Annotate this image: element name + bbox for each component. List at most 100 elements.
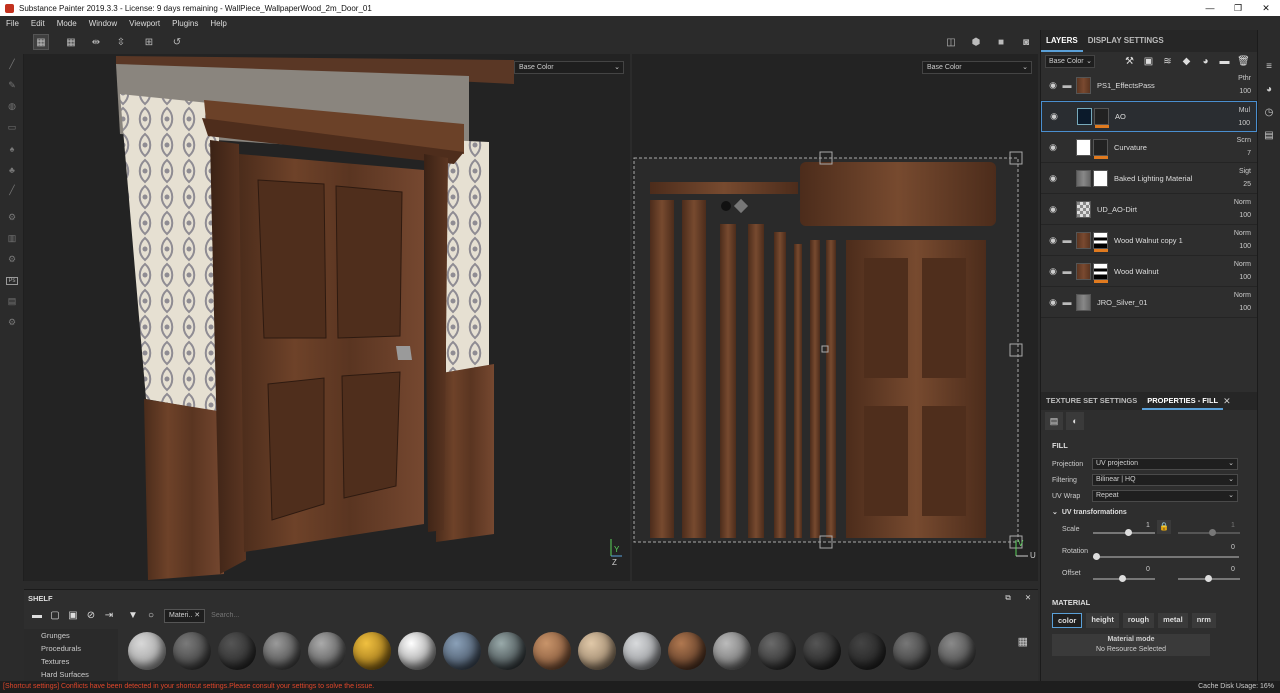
- channel-color-button[interactable]: color: [1052, 613, 1083, 628]
- blend-mode[interactable]: Pthr: [1238, 72, 1251, 85]
- channel-dropdown-3d[interactable]: Base Color ⌄: [514, 61, 624, 74]
- material-ball[interactable]: [668, 632, 706, 670]
- blend-mode[interactable]: Norm: [1234, 227, 1251, 240]
- material-ball[interactable]: [488, 632, 526, 670]
- menu-plugins[interactable]: Plugins: [166, 19, 204, 28]
- iray-icon[interactable]: ⚙: [0, 249, 24, 270]
- blend-mode[interactable]: Norm: [1234, 196, 1251, 209]
- viewport-2d-uv[interactable]: V U Base Color ⌄: [632, 54, 1038, 581]
- material-ball[interactable]: [533, 632, 571, 670]
- layer-opacity[interactable]: 100: [1234, 302, 1251, 315]
- history-dock-icon[interactable]: ◷: [1258, 102, 1280, 123]
- filter-icon[interactable]: ▼: [124, 610, 142, 621]
- scale-slider[interactable]: [1093, 532, 1155, 534]
- circle-filter-icon[interactable]: ○: [142, 610, 160, 621]
- brush-tool-icon[interactable]: ╱: [0, 54, 24, 75]
- menu-window[interactable]: Window: [83, 19, 123, 28]
- shortcut-warning[interactable]: [Shortcut settings] Conflicts have been …: [0, 681, 374, 693]
- visibility-eye-icon[interactable]: ◉: [1045, 204, 1061, 215]
- material-mode-button[interactable]: Material mode No Resource Selected: [1052, 634, 1210, 656]
- channel-dropdown-2d[interactable]: Base Color ⌄: [922, 61, 1032, 74]
- shelf-dock-icon[interactable]: ◕: [1258, 79, 1280, 100]
- menu-viewport[interactable]: Viewport: [123, 19, 166, 28]
- rotation-slider[interactable]: [1093, 556, 1239, 558]
- material-ball[interactable]: [803, 632, 841, 670]
- layer-row[interactable]: ◉ Curvature Scrn 7: [1041, 132, 1257, 163]
- projection-dropdown[interactable]: UV projection ⌄: [1092, 458, 1238, 470]
- layers-dock-icon[interactable]: ≡: [1258, 56, 1280, 77]
- channel-metal-button[interactable]: metal: [1158, 613, 1188, 628]
- bake-icon[interactable]: ▥: [0, 228, 24, 249]
- grid-view-toggle-icon[interactable]: ▦: [1018, 635, 1028, 648]
- add-layer-icon[interactable]: ≋: [1158, 56, 1177, 67]
- visibility-eye-icon[interactable]: ◉: [1046, 111, 1062, 122]
- fit-view-icon[interactable]: ⊞: [141, 34, 157, 50]
- category-hard-surfaces[interactable]: Hard Surfaces: [41, 668, 118, 681]
- layer-row[interactable]: ◉ AO Mul 100: [1041, 101, 1257, 132]
- remove-filter-icon[interactable]: ✕: [194, 612, 200, 619]
- menu-mode[interactable]: Mode: [51, 19, 83, 28]
- menu-edit[interactable]: Edit: [25, 19, 51, 28]
- shelf-search-input[interactable]: [211, 612, 412, 619]
- channel-nrm-button[interactable]: nrm: [1191, 613, 1216, 628]
- filtering-dropdown[interactable]: Bilinear | HQ ⌄: [1092, 474, 1238, 486]
- new-item-icon[interactable]: ▢: [46, 610, 64, 621]
- settings-gear-icon[interactable]: ⚙: [0, 207, 24, 228]
- material-ball[interactable]: [218, 632, 256, 670]
- grid-view-icon[interactable]: ▦: [63, 34, 79, 50]
- history-icon[interactable]: ↺: [169, 34, 185, 50]
- visibility-eye-icon[interactable]: ◉: [1045, 142, 1061, 153]
- layer-opacity[interactable]: 100: [1234, 240, 1251, 253]
- mirror-x-icon[interactable]: ⇹: [88, 34, 104, 50]
- material-ball[interactable]: [128, 632, 166, 670]
- split-view-icon[interactable]: ◫: [943, 34, 959, 50]
- material-ball[interactable]: [308, 632, 346, 670]
- undock-icon[interactable]: ⧉: [998, 593, 1018, 603]
- layer-row[interactable]: ◉ ▬ Wood Walnut Norm 100: [1041, 256, 1257, 287]
- import-icon[interactable]: ⇥: [100, 610, 118, 621]
- filter-chip[interactable]: Materi.. ✕: [164, 608, 206, 623]
- projection-tool-icon[interactable]: ◍: [0, 96, 24, 117]
- visibility-eye-icon[interactable]: ◉: [1045, 173, 1061, 184]
- category-grunges[interactable]: Grunges: [41, 629, 118, 642]
- layer-row[interactable]: ◉ UD_AO-Dirt Norm 100: [1041, 194, 1257, 225]
- layer-row[interactable]: ◉ ▬ JRO_Silver_01 Norm 100: [1041, 287, 1257, 318]
- material-ball[interactable]: [713, 632, 751, 670]
- close-shelf-icon[interactable]: ✕: [1018, 593, 1038, 603]
- tab-layers[interactable]: LAYERS: [1041, 30, 1083, 52]
- material-ball[interactable]: [578, 632, 616, 670]
- layer-opacity[interactable]: 25: [1239, 178, 1251, 191]
- visibility-eye-icon[interactable]: ◉: [1045, 266, 1061, 277]
- layer-opacity[interactable]: 100: [1238, 117, 1250, 130]
- uv-transform-header[interactable]: ⌄ UV transformations: [1041, 504, 1258, 520]
- layer-row[interactable]: ◉ ▬ Wood Walnut copy 1 Norm 100: [1041, 225, 1257, 256]
- blend-mode[interactable]: Scrn: [1237, 134, 1251, 147]
- layer-opacity[interactable]: 100: [1234, 271, 1251, 284]
- material-ball[interactable]: [398, 632, 436, 670]
- minimize-button[interactable]: —: [1196, 3, 1224, 14]
- clone-tool-icon[interactable]: ♣: [0, 159, 24, 180]
- camera-icon[interactable]: ■: [993, 34, 1009, 50]
- add-fill-icon[interactable]: ◆: [1177, 56, 1196, 67]
- plugin-gear-icon[interactable]: ⚙: [0, 312, 24, 333]
- material-ball[interactable]: [263, 632, 301, 670]
- close-window-button[interactable]: ✕: [1252, 3, 1280, 14]
- offset-slider-2-handle[interactable]: [1205, 575, 1212, 582]
- add-folder-icon[interactable]: ▬: [1215, 56, 1234, 67]
- blend-mode[interactable]: Mul: [1238, 104, 1250, 117]
- mirror-y-icon[interactable]: ⇳: [113, 34, 129, 50]
- scale-slider-2-handle[interactable]: [1209, 529, 1216, 536]
- grid-snap-icon[interactable]: ▦: [33, 34, 49, 50]
- add-mask-icon[interactable]: ▣: [1139, 56, 1158, 67]
- visibility-eye-icon[interactable]: ◉: [1045, 297, 1061, 308]
- eraser-tool-icon[interactable]: ✎: [0, 75, 24, 96]
- viewport-3d[interactable]: Y Z Base Color ⌄: [24, 54, 630, 581]
- visibility-eye-icon[interactable]: ◉: [1045, 235, 1061, 246]
- blend-mode[interactable]: Norm: [1234, 289, 1251, 302]
- material-ball[interactable]: [443, 632, 481, 670]
- delete-layer-icon[interactable]: 🗑: [1234, 56, 1253, 67]
- tab-texture-set-settings[interactable]: TEXTURE SET SETTINGS: [1041, 392, 1142, 410]
- channel-height-button[interactable]: height: [1086, 613, 1119, 628]
- layer-opacity[interactable]: 7: [1237, 147, 1251, 160]
- material-ball[interactable]: [848, 632, 886, 670]
